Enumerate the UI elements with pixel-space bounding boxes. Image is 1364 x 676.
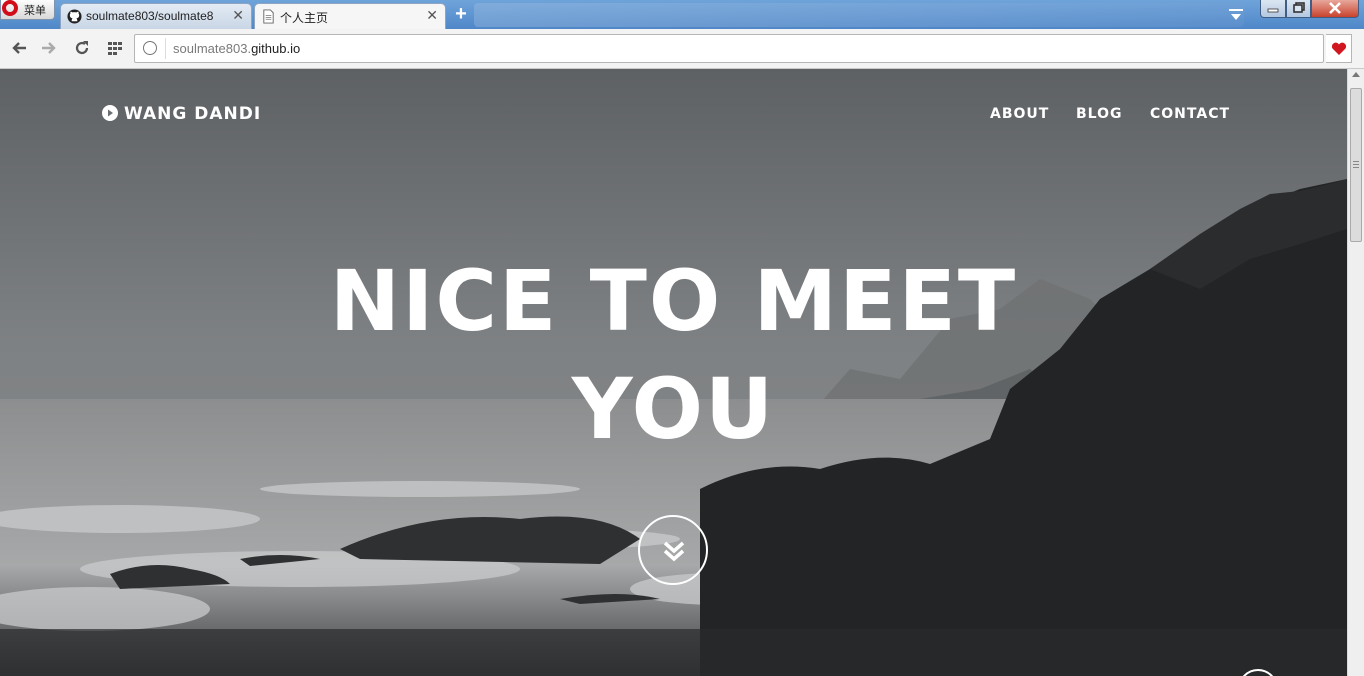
scroll-up-arrow-icon[interactable] (1352, 72, 1360, 77)
tab-close-icon[interactable]: ✕ (232, 7, 244, 24)
browser-menu-label: 菜单 (24, 4, 46, 17)
site-info-icon[interactable] (143, 41, 157, 55)
browser-toolbar: soulmate803.github.io (0, 29, 1364, 69)
tab-github[interactable]: soulmate803/soulmate8 ✕ (60, 3, 252, 29)
tab-active-page[interactable]: 个人主页 ✕ (254, 3, 446, 29)
reload-icon[interactable] (73, 39, 91, 57)
play-circle-icon (102, 105, 118, 121)
browser-tab-bar: 菜单 soulmate803/soulmate8 ✕ 个人主页 ✕ + (0, 0, 1364, 29)
tab-title: 个人主页 (280, 11, 329, 25)
url-prefix: soulmate803. (173, 41, 252, 56)
address-bar[interactable]: soulmate803.github.io (134, 34, 1324, 63)
speed-dial-icon[interactable] (106, 39, 124, 57)
window-close-button[interactable] (1311, 0, 1359, 18)
address-url[interactable]: soulmate803.github.io (173, 41, 300, 56)
restore-icon (1293, 2, 1305, 13)
window-minimize-button[interactable] (1260, 0, 1286, 18)
nav-link-about[interactable]: ABOUT (990, 106, 1049, 122)
heart-icon (1331, 42, 1347, 55)
tab-close-icon[interactable]: ✕ (426, 7, 438, 24)
nav-link-contact[interactable]: CONTACT (1150, 106, 1230, 122)
page-scrollbar[interactable] (1347, 69, 1364, 676)
close-icon (1329, 2, 1341, 14)
tab-menu-icon[interactable] (1228, 8, 1244, 22)
github-icon (67, 9, 82, 24)
url-domain: github.io (251, 41, 301, 56)
new-tab-button[interactable]: + (450, 4, 472, 24)
headline-line-1: NICE TO MEET (329, 252, 1018, 350)
minimize-icon (1267, 8, 1279, 13)
nav-link-blog[interactable]: BLOG (1076, 106, 1123, 122)
brand-name: WANG DANDI (124, 104, 262, 124)
tab-strip-background (474, 3, 1244, 27)
forward-arrow-icon[interactable] (40, 39, 58, 57)
hero-headline: NICE TO MEET YOU (0, 247, 1347, 463)
double-chevron-down-icon (663, 541, 685, 562)
tab-title: soulmate803/soulmate8 (86, 9, 214, 23)
headline-line-2: YOU (571, 360, 776, 458)
back-arrow-icon[interactable] (10, 39, 28, 57)
page-icon (263, 9, 274, 24)
browser-menu-button[interactable]: 菜单 (0, 0, 55, 20)
page-viewport: WANG DANDI ABOUT BLOG CONTACT NICE TO ME… (0, 69, 1347, 676)
address-separator (165, 38, 166, 59)
bookmark-button[interactable] (1326, 34, 1352, 63)
site-brand[interactable]: WANG DANDI (102, 104, 261, 124)
opera-logo-icon (2, 0, 18, 16)
window-restore-button[interactable] (1286, 0, 1311, 18)
scrollbar-thumb[interactable] (1350, 88, 1362, 242)
scrollbar-grip (1353, 161, 1359, 162)
scroll-down-button[interactable] (638, 515, 708, 585)
